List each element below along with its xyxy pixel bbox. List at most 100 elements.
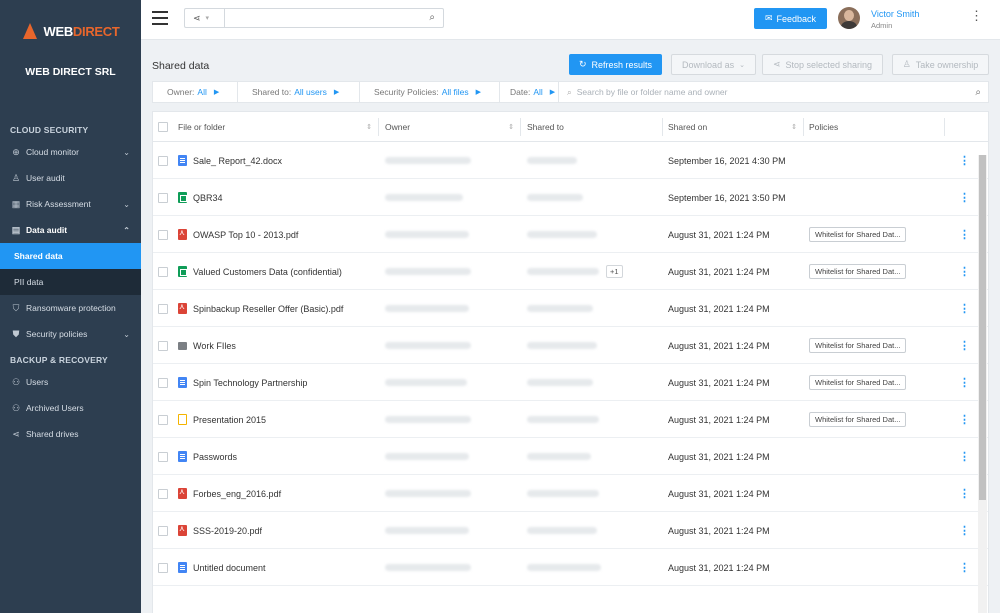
file-name-cell[interactable]: Untitled document (178, 549, 378, 586)
search-icon[interactable]: ⌕ (429, 12, 435, 23)
sidebar-item-data-audit[interactable]: ▤ Data audit ⌃ (0, 217, 141, 243)
row-actions[interactable]: ⋮ (959, 216, 970, 253)
file-name[interactable]: Sale_ Report_42.docx (193, 156, 282, 166)
download-as-button[interactable]: Download as ⌄ (671, 54, 756, 75)
row-actions[interactable]: ⋮ (959, 253, 970, 290)
security-policies-filter[interactable]: Security Policies: All files ▶ (360, 82, 500, 102)
more-options-icon[interactable]: ⋮ (959, 561, 970, 574)
column-owner[interactable]: Owner ⇕ (385, 112, 520, 142)
row-actions[interactable]: ⋮ (959, 475, 970, 512)
stop-sharing-button[interactable]: ⋖ Stop selected sharing (762, 54, 883, 75)
table-row[interactable]: Work FIles August 31, 2021 1:24 PM Whiteli… (153, 327, 988, 364)
more-recipients-badge[interactable]: +1 (606, 265, 623, 278)
row-checkbox[interactable] (158, 401, 168, 438)
file-name-cell[interactable]: Sale_ Report_42.docx (178, 142, 378, 179)
menu-icon[interactable] (152, 11, 168, 25)
take-ownership-button[interactable]: ♙ Take ownership (892, 54, 989, 75)
file-name-cell[interactable]: SSS-2019-20.pdf (178, 512, 378, 549)
table-row[interactable]: OWASP Top 10 - 2013.pdf August 31, 2021 1… (153, 216, 988, 253)
more-options-icon[interactable]: ⋮ (959, 413, 970, 426)
feedback-button[interactable]: ✉ Feedback (754, 8, 827, 29)
row-checkbox[interactable] (158, 549, 168, 586)
file-name[interactable]: Spin Technology Partnership (193, 378, 307, 388)
row-actions[interactable]: ⋮ (959, 549, 970, 586)
file-name[interactable]: Presentation 2015 (193, 415, 266, 425)
row-actions[interactable]: ⋮ (959, 290, 970, 327)
sidebar-item-pii-data[interactable]: PII data (0, 269, 141, 295)
table-row[interactable]: Spin Technology Partnership August 31, 20… (153, 364, 988, 401)
table-row[interactable]: Passwords August 31, 2021 1:24 PM ⋮ (153, 438, 988, 475)
table-row[interactable]: Spinbackup Reseller Offer (Basic).pdf Aug… (153, 290, 988, 327)
scrollbar-thumb[interactable] (979, 155, 986, 500)
more-options-icon[interactable]: ⋮ (959, 154, 970, 167)
file-name-cell[interactable]: Forbes_eng_2016.pdf (178, 475, 378, 512)
sidebar-item-risk-assessment[interactable]: ▦ Risk Assessment ⌄ (0, 191, 141, 217)
row-actions[interactable]: ⋮ (959, 512, 970, 549)
date-filter[interactable]: Date: All ▶ (500, 82, 559, 102)
row-checkbox[interactable] (158, 290, 168, 327)
shared-to-filter[interactable]: Shared to: All users ▶ (238, 82, 360, 102)
row-actions[interactable]: ⋮ (959, 364, 970, 401)
row-checkbox[interactable] (158, 216, 168, 253)
policy-tag[interactable]: Whitelist for Shared Dat... (809, 375, 907, 390)
more-options-icon[interactable]: ⋮ (959, 450, 970, 463)
search-icon[interactable]: ⌕ (975, 87, 981, 98)
sort-icon[interactable]: ⇕ (508, 123, 514, 131)
more-options-icon[interactable]: ⋮ (959, 376, 970, 389)
table-row[interactable]: Presentation 2015 August 31, 2021 1:24 PM… (153, 401, 988, 438)
column-policies[interactable]: Policies (809, 112, 944, 142)
row-checkbox[interactable] (158, 253, 168, 290)
row-checkbox[interactable] (158, 179, 168, 216)
file-name[interactable]: SSS-2019-20.pdf (193, 526, 262, 536)
more-options-icon[interactable]: ⋮ (959, 487, 970, 500)
row-checkbox[interactable] (158, 364, 168, 401)
row-actions[interactable]: ⋮ (959, 438, 970, 475)
sidebar-item-cloud-monitor[interactable]: ⊕ Cloud monitor ⌄ (0, 139, 141, 165)
policy-tag[interactable]: Whitelist for Shared Dat... (809, 412, 907, 427)
table-row[interactable]: Forbes_eng_2016.pdf August 31, 2021 1:24 … (153, 475, 988, 512)
row-actions[interactable]: ⋮ (959, 142, 970, 179)
more-options-icon[interactable]: ⋮ (959, 228, 970, 241)
refresh-results-button[interactable]: ↻ Refresh results (569, 54, 662, 75)
column-shared-to[interactable]: Shared to (527, 112, 662, 142)
table-row[interactable]: QBR34 September 16, 2021 3:50 PM ⋮ (153, 179, 988, 216)
file-name[interactable]: Work FIles (193, 341, 236, 351)
file-name-cell[interactable]: Work FIles (178, 327, 378, 364)
vertical-scrollbar[interactable] (978, 155, 987, 613)
file-name-cell[interactable]: OWASP Top 10 - 2013.pdf (178, 216, 378, 253)
file-search-input[interactable]: ⌕ Search by file or folder name and owne… (559, 82, 988, 102)
sidebar-item-archived-users[interactable]: ⚇ Archived Users (0, 395, 141, 421)
column-shared-on[interactable]: Shared on ⇕ (668, 112, 803, 142)
file-name[interactable]: Spinbackup Reseller Offer (Basic).pdf (193, 304, 343, 314)
file-name[interactable]: Untitled document (193, 563, 266, 573)
table-row[interactable]: SSS-2019-20.pdf August 31, 2021 1:24 PM ⋮ (153, 512, 988, 549)
file-name[interactable]: Passwords (193, 452, 237, 462)
file-name-cell[interactable]: Spin Technology Partnership (178, 364, 378, 401)
file-name[interactable]: OWASP Top 10 - 2013.pdf (193, 230, 298, 240)
sidebar-item-shared-data[interactable]: Shared data (0, 243, 141, 269)
sidebar-item-shared-drives[interactable]: ⋖ Shared drives (0, 421, 141, 447)
more-options-icon[interactable]: ⋮ (959, 265, 970, 278)
policy-tag[interactable]: Whitelist for Shared Dat... (809, 264, 907, 279)
file-name[interactable]: Valued Customers Data (confidential) (193, 267, 342, 277)
global-search-input[interactable]: ⌕ (224, 8, 444, 28)
search-type-dropdown[interactable]: ⋖ ▾ (184, 8, 224, 28)
user-name[interactable]: Victor Smith (871, 9, 919, 19)
row-checkbox[interactable] (158, 327, 168, 364)
row-checkbox[interactable] (158, 438, 168, 475)
more-options-icon[interactable]: ⋮ (959, 191, 970, 204)
sidebar-item-users[interactable]: ⚇ Users (0, 369, 141, 395)
sidebar-item-security-policies[interactable]: ⛊ Security policies ⌄ (0, 321, 141, 347)
file-name-cell[interactable]: Passwords (178, 438, 378, 475)
sort-icon[interactable]: ⇕ (366, 123, 372, 131)
more-options-icon[interactable]: ⋮ (959, 524, 970, 537)
file-name-cell[interactable]: Spinbackup Reseller Offer (Basic).pdf (178, 290, 378, 327)
select-all-checkbox[interactable] (158, 112, 168, 142)
more-options-icon[interactable]: ⋮ (959, 302, 970, 315)
policy-tag[interactable]: Whitelist for Shared Dat... (809, 338, 907, 353)
sidebar-item-ransomware[interactable]: ⛉ Ransomware protection (0, 295, 141, 321)
file-name-cell[interactable]: Valued Customers Data (confidential) (178, 253, 378, 290)
file-name[interactable]: Forbes_eng_2016.pdf (193, 489, 281, 499)
file-name[interactable]: QBR34 (193, 193, 223, 203)
sort-icon[interactable]: ⇕ (791, 123, 797, 131)
